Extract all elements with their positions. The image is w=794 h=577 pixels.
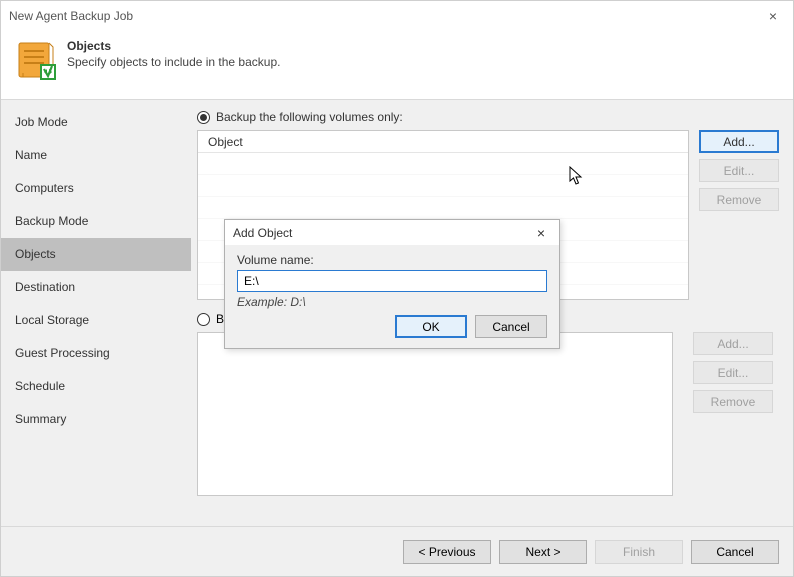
volume-name-label: Volume name: — [237, 253, 547, 267]
wizard-footer: < Previous Next > Finish Cancel — [1, 526, 793, 576]
remove2-button: Remove — [693, 390, 773, 413]
example-text: Example: D:\ — [237, 295, 547, 309]
radio-second-label: B — [216, 312, 224, 326]
objects-icon — [15, 39, 57, 81]
step-local-storage[interactable]: Local Storage — [1, 304, 191, 337]
dialog-title: Add Object — [233, 226, 531, 240]
radio-icon — [197, 111, 210, 124]
radio-volumes-label: Backup the following volumes only: — [216, 110, 403, 124]
edit2-button: Edit... — [693, 361, 773, 384]
next-button[interactable]: Next > — [499, 540, 587, 564]
step-backup-mode[interactable]: Backup Mode — [1, 205, 191, 238]
step-computers[interactable]: Computers — [1, 172, 191, 205]
remove-button: Remove — [699, 188, 779, 211]
close-icon[interactable]: × — [761, 8, 785, 24]
previous-button[interactable]: < Previous — [403, 540, 491, 564]
step-summary[interactable]: Summary — [1, 403, 191, 436]
dialog-titlebar: Add Object × — [225, 220, 559, 245]
finish-button: Finish — [595, 540, 683, 564]
page-title: Objects — [67, 39, 280, 53]
window-title: New Agent Backup Job — [9, 9, 761, 23]
page-subtitle: Specify objects to include in the backup… — [67, 55, 280, 69]
step-schedule[interactable]: Schedule — [1, 370, 191, 403]
column-header-object[interactable]: Object — [198, 131, 688, 153]
add2-button: Add... — [693, 332, 773, 355]
wizard-steps: Job Mode Name Computers Backup Mode Obje… — [1, 100, 191, 526]
volume-name-input[interactable] — [237, 270, 547, 292]
add-object-dialog: Add Object × Volume name: Example: D:\ O… — [224, 219, 560, 349]
radio-volumes-only[interactable]: Backup the following volumes only: — [197, 110, 779, 124]
step-guest-processing[interactable]: Guest Processing — [1, 337, 191, 370]
step-job-mode[interactable]: Job Mode — [1, 106, 191, 139]
ok-button[interactable]: OK — [395, 315, 467, 338]
step-name[interactable]: Name — [1, 139, 191, 172]
cancel-button[interactable]: Cancel — [691, 540, 779, 564]
radio-icon — [197, 313, 210, 326]
dialog-cancel-button[interactable]: Cancel — [475, 315, 547, 338]
step-objects[interactable]: Objects — [1, 238, 191, 271]
step-destination[interactable]: Destination — [1, 271, 191, 304]
edit-button: Edit... — [699, 159, 779, 182]
dialog-close-icon[interactable]: × — [531, 225, 551, 241]
second-list[interactable] — [197, 332, 673, 496]
add-button[interactable]: Add... — [699, 130, 779, 153]
wizard-header: Objects Specify objects to include in th… — [1, 31, 793, 100]
titlebar: New Agent Backup Job × — [1, 1, 793, 31]
